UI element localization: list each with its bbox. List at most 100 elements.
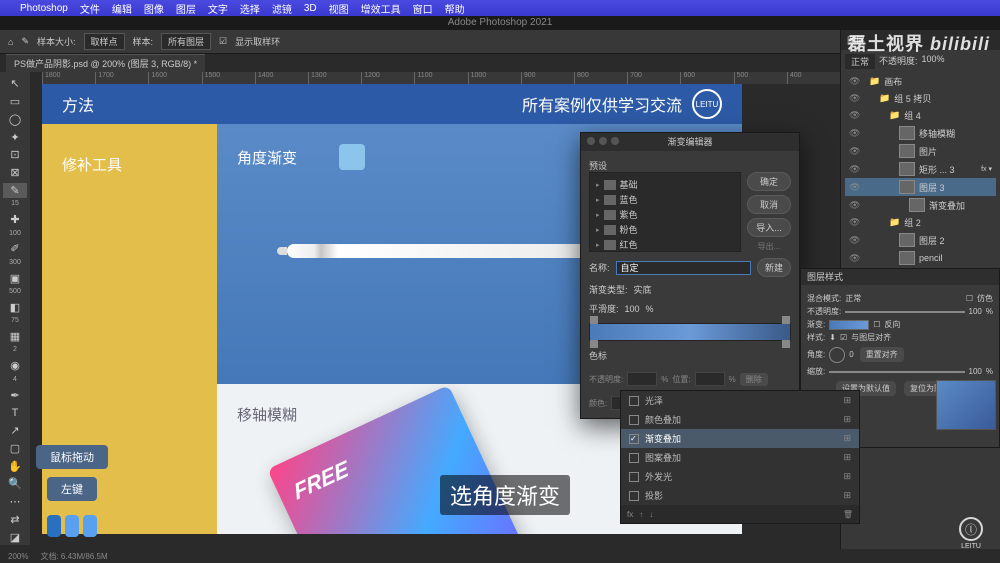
document-tab[interactable]: PS做产品阴影.psd @ 200% (图层 3, RGB/8) * [6,54,205,72]
visibility-icon[interactable]: 👁 [849,182,861,193]
layer-style-title[interactable]: 图层样式 [801,269,999,285]
visibility-icon[interactable]: 👁 [849,200,861,211]
preset-folder[interactable]: 基础 [594,177,736,192]
menu-type[interactable]: 文字 [208,1,228,16]
move-tool-icon[interactable]: ↖ [3,76,27,92]
menu-image[interactable]: 图像 [144,1,164,16]
layer-row[interactable]: 👁移轴模糊 [845,124,996,142]
reset-align-button[interactable]: 重置对齐 [860,347,904,362]
color-stop[interactable] [590,340,598,348]
visibility-icon[interactable]: 👁 [849,110,861,121]
lasso-tool-icon[interactable]: ◯ [3,112,27,128]
mac-menubar[interactable]: Photoshop 文件 编辑 图像 图层 文字 选择 滤镜 3D 视图 增效工… [0,0,1000,16]
angle-dial[interactable] [829,347,845,363]
menu-file[interactable]: 文件 [80,1,100,16]
show-ring-checkbox[interactable]: ☑ [219,36,227,47]
color-stop[interactable] [782,340,790,348]
sample-size-select[interactable]: 取样点 [84,33,125,50]
fx-checkbox[interactable] [629,453,639,463]
menu-select[interactable]: 选择 [240,1,260,16]
wand-tool-icon[interactable]: ✦ [3,129,27,145]
gradient-bar[interactable] [589,323,791,341]
fx-checkbox[interactable] [629,396,639,406]
opacity-stop[interactable] [590,316,598,324]
menu-help[interactable]: 帮助 [445,1,465,16]
fx-item[interactable]: 图案叠加⊞ [621,448,859,467]
visibility-icon[interactable]: 👁 [849,235,861,246]
fx-checkbox[interactable] [629,491,639,501]
minimize-icon[interactable] [599,137,607,145]
brush-tool-icon[interactable]: ✐ [3,241,27,257]
preset-folder[interactable]: 紫色 [594,207,736,222]
layer-row[interactable]: 👁📁组 5 拷贝 [845,90,996,107]
fx-up-icon[interactable]: ↑ [639,510,643,519]
fx-checkbox[interactable] [629,415,639,425]
swap-colors-icon[interactable]: ⇄ [3,511,27,527]
frame-tool-icon[interactable]: ⊠ [3,165,27,181]
fx-item[interactable]: 投影⊞ [621,486,859,505]
home-icon[interactable]: ⌂ [8,37,13,47]
crop-tool-icon[interactable]: ⊡ [3,147,27,163]
menu-photoshop[interactable]: Photoshop [20,3,68,14]
type-select[interactable]: 实底 [634,283,652,296]
visibility-icon[interactable]: 👁 [849,76,861,87]
eyedropper-icon[interactable]: ✎ [21,36,29,47]
fx-down-icon[interactable]: ↓ [649,510,653,519]
menu-plugins[interactable]: 增效工具 [361,1,401,16]
heal-tool-icon[interactable]: ✚ [3,212,27,228]
fx-add-icon[interactable]: ⊞ [843,433,851,444]
ls-opacity[interactable]: 100 [969,307,982,316]
fg-bg-colors[interactable]: ◪ [3,529,27,545]
blur-tool-icon[interactable]: ◉ [3,358,27,374]
ls-style-select[interactable]: ⬇ [829,333,836,342]
zoom-tool-icon[interactable]: 🔍 [3,476,27,492]
preset-folder[interactable]: 红色 [594,237,736,252]
dialog-titlebar[interactable]: 渐变编辑器 [581,133,799,151]
stop-position-input[interactable] [695,372,725,386]
new-button[interactable]: 新建 [757,258,791,277]
menu-view[interactable]: 视图 [329,1,349,16]
visibility-icon[interactable]: 👁 [849,93,861,104]
close-icon[interactable] [587,137,595,145]
type-tool-icon[interactable]: T [3,405,27,421]
fx-add-icon[interactable]: ⊞ [843,395,851,406]
layer-row[interactable]: 👁📁画布 [845,73,996,90]
delete-stop-button[interactable]: 删除 [740,373,768,386]
maximize-icon[interactable] [611,137,619,145]
preset-list[interactable]: 基础 蓝色 紫色 粉色 红色 [589,172,741,252]
preset-folder[interactable]: 粉色 [594,222,736,237]
smooth-value[interactable]: 100 [625,304,640,314]
cancel-button[interactable]: 取消 [747,195,791,214]
fx-checkbox[interactable] [629,434,639,444]
export-button[interactable]: 导出... [747,241,791,252]
fx-checkbox[interactable] [629,472,639,482]
fx-item[interactable]: 颜色叠加⊞ [621,410,859,429]
gradient-swatch[interactable] [829,320,869,330]
layer-row[interactable]: 👁📁组 4 [845,107,996,124]
name-input[interactable] [616,261,751,275]
eraser-tool-icon[interactable]: ◧ [3,299,27,315]
preset-folder[interactable]: 蓝色 [594,192,736,207]
layer-row[interactable]: 👁📁组 2 [845,214,996,231]
load-button[interactable]: 导入... [747,218,791,237]
menu-filter[interactable]: 滤镜 [272,1,292,16]
more-tool-icon[interactable]: ⋯ [3,494,27,510]
gradient-editor-dialog[interactable]: 渐变编辑器 预设 基础 蓝色 紫色 粉色 红色 确定 取消 导入... 导出..… [580,132,800,419]
visibility-icon[interactable]: 👁 [849,128,861,139]
shape-tool-icon[interactable]: ▢ [3,440,27,456]
layer-row[interactable]: 👁渐变叠加 [845,196,996,214]
blend-select[interactable]: 正常 [845,293,861,304]
pen-tool-icon[interactable]: ✒ [3,387,27,403]
fx-trash-icon[interactable]: 🗑 [843,510,853,519]
fx-add-icon[interactable]: ⊞ [843,471,851,482]
eyedropper-tool-icon[interactable]: ✎ [3,183,27,199]
fx-add-icon[interactable]: ⊞ [843,414,851,425]
marquee-tool-icon[interactable]: ▭ [3,94,27,110]
layer-row[interactable]: 👁图片 [845,142,996,160]
visibility-icon[interactable]: 👁 [849,164,861,175]
layer-row[interactable]: 👁pencil [845,249,996,267]
fx-add-icon[interactable]: ⊞ [843,490,851,501]
ok-button[interactable]: 确定 [747,172,791,191]
opacity-stop[interactable] [782,316,790,324]
sample-select[interactable]: 所有图层 [161,33,211,50]
